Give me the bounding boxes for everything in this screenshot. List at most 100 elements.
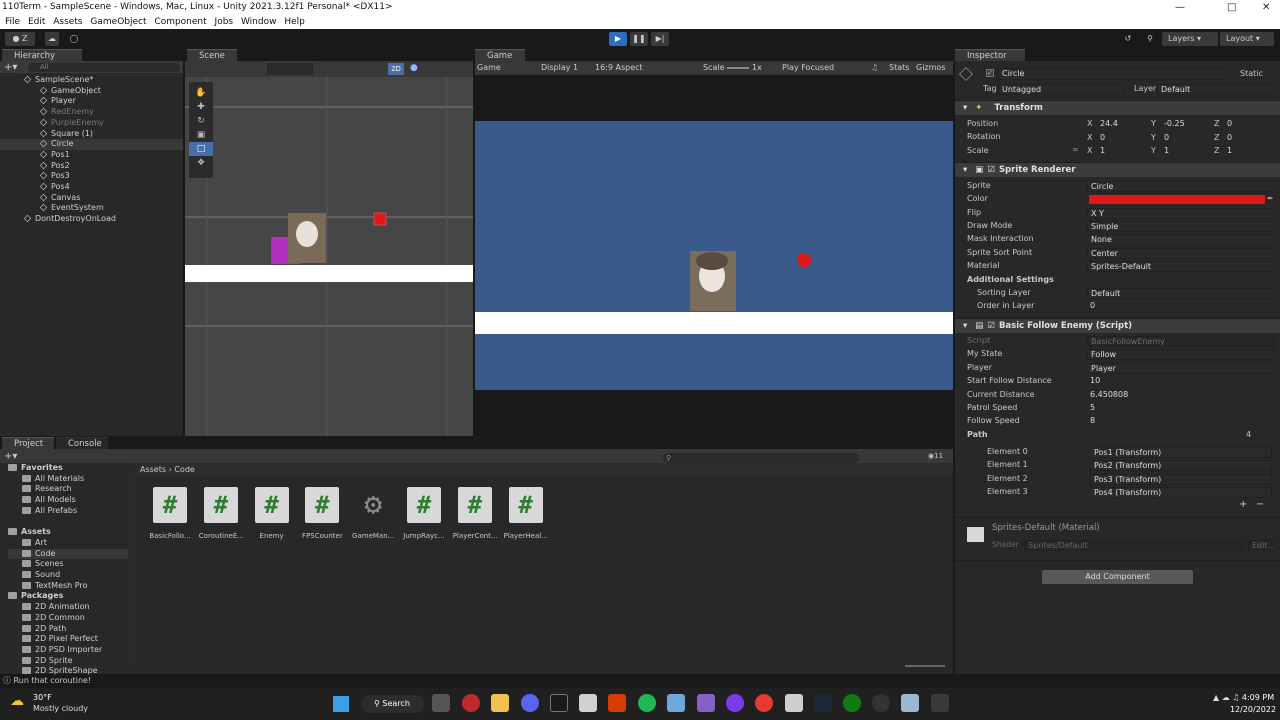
2d-toggle[interactable]: 2D (388, 63, 404, 75)
sprite-renderer-value[interactable]: Center (1087, 247, 1275, 259)
sprite-renderer-value[interactable]: None (1087, 234, 1275, 246)
create-asset-icon[interactable]: +▾ (4, 451, 17, 462)
scale-tool-icon[interactable]: ▣ (189, 128, 213, 142)
step-button[interactable]: ▶| (651, 32, 669, 46)
hierarchy-item[interactable]: Canvas (0, 193, 183, 204)
project-tree-item[interactable]: Art (8, 538, 47, 549)
sprite-renderer-checkbox[interactable]: ☑ (987, 165, 995, 175)
aspect-dropdown[interactable]: 16:9 Aspect (595, 61, 643, 75)
transform-scl-x-input[interactable]: 1 (1097, 146, 1145, 157)
eyedropper-icon[interactable]: ✒ (1267, 193, 1274, 205)
breadcrumb-assets[interactable]: Assets (140, 465, 166, 474)
path-element-value[interactable]: Pos1 (Transform) (1090, 447, 1272, 458)
sprite-renderer-value[interactable]: X Y (1087, 207, 1275, 219)
color-swatch[interactable] (1089, 195, 1265, 204)
rect-tool-icon[interactable]: □ (189, 142, 213, 156)
sprite-renderer-value[interactable]: Circle (1087, 181, 1275, 192)
object-name-input[interactable]: Circle (998, 68, 1226, 80)
script-field-value[interactable]: 10 (1087, 376, 1275, 387)
search-icon[interactable]: ⚲ (1142, 32, 1158, 46)
snipping-tool-icon[interactable] (785, 694, 803, 712)
transform-pos-x-input[interactable]: 24.4 (1097, 119, 1145, 130)
transform-rot-x-input[interactable]: 0 (1097, 133, 1145, 144)
hierarchy-item[interactable]: Pos1 (0, 150, 183, 161)
audio-icon[interactable]: ♫ (871, 61, 878, 75)
hierarchy-item[interactable]: Circle (0, 139, 183, 150)
collab-icon[interactable]: ◯ (67, 32, 81, 46)
breadcrumb-code[interactable]: Code (174, 465, 194, 474)
project-tree-item[interactable]: All Materials (8, 474, 84, 485)
minimize-icon[interactable]: — (1175, 0, 1185, 15)
tab-scene[interactable]: Scene (187, 49, 237, 61)
asset-item[interactable]: # CoroutineE... (199, 487, 243, 540)
script-field-value[interactable]: BasicFollowEnemy (1087, 336, 1275, 347)
menu-assets[interactable]: Assets (53, 17, 82, 27)
hierarchy-item[interactable]: RedEnemy (0, 107, 183, 118)
active-checkbox[interactable]: ✓ (986, 69, 994, 77)
opera-icon[interactable] (462, 694, 480, 712)
xbox-icon[interactable] (843, 694, 861, 712)
shader-dropdown[interactable]: Sprites/Default (1024, 540, 1244, 551)
transform-header[interactable]: ▾ ✦ Transform (955, 100, 1280, 115)
path-count[interactable]: 4 (1246, 429, 1251, 441)
menu-edit[interactable]: Edit (28, 17, 45, 27)
project-tree-item[interactable]: Assets (8, 527, 51, 538)
file-explorer-icon[interactable] (491, 694, 509, 712)
status-message[interactable]: Run that coroutine! (14, 676, 92, 685)
github-icon[interactable] (726, 694, 744, 712)
transform-rot-z-input[interactable]: 0 (1224, 133, 1272, 144)
weather-icon[interactable]: ☁ (10, 694, 28, 708)
menu-component[interactable]: Component (154, 17, 206, 27)
order-in-layer-input[interactable]: 0 (1087, 301, 1275, 312)
weather-desc[interactable]: Mostly cloudy (33, 704, 88, 713)
transform-tools[interactable] (267, 63, 313, 75)
script-field-value[interactable]: 6.450808 (1087, 390, 1275, 401)
project-tree-item[interactable]: Code (8, 548, 128, 560)
scale-slider[interactable] (727, 67, 749, 69)
project-tree-item[interactable]: TextMesh Pro (8, 581, 87, 592)
asset-item[interactable]: # PlayerHeal... (504, 487, 548, 540)
discord-icon[interactable] (521, 694, 539, 712)
link-icon[interactable]: ∞ (1072, 144, 1079, 156)
tab-game[interactable]: Game (475, 49, 525, 61)
tab-inspector[interactable]: Inspector (955, 49, 1025, 61)
edit-shader-button[interactable]: Edit... (1248, 540, 1276, 551)
app-icon[interactable] (755, 694, 773, 712)
visual-studio-icon[interactable] (697, 694, 715, 712)
menu-jobs[interactable]: Jobs (215, 17, 234, 27)
script-header[interactable]: ▾ ▤ ☑ Basic Follow Enemy (Script) (955, 318, 1280, 333)
project-tree-item[interactable]: 2D Animation (8, 602, 90, 613)
additional-settings-label[interactable]: Additional Settings (967, 274, 1054, 286)
project-tree-item[interactable]: Scenes (8, 559, 64, 570)
unity-hub-icon[interactable] (579, 694, 597, 712)
sorting-layer-dropdown[interactable]: Default (1087, 288, 1275, 299)
clock-date[interactable]: 12/20/2022 (1228, 705, 1278, 714)
hierarchy-item[interactable]: Pos2 (0, 161, 183, 172)
play-button[interactable]: ▶ (609, 32, 627, 46)
office-icon[interactable] (608, 694, 626, 712)
static-toggle[interactable]: Static (1240, 68, 1263, 80)
transform-scl-z-input[interactable]: 1 (1224, 146, 1272, 157)
remove-element-icon[interactable]: − (1256, 499, 1264, 511)
start-icon[interactable] (333, 696, 349, 712)
layers-dropdown[interactable]: Layers ▾ (1162, 32, 1218, 46)
transform-pos-z-input[interactable]: 0 (1224, 119, 1272, 130)
asset-item[interactable]: # PlayerCont... (453, 487, 497, 540)
history-icon[interactable]: ↺ (1120, 32, 1136, 46)
rotate-tool-icon[interactable]: ↻ (189, 114, 213, 128)
add-component-button[interactable]: Add Component (1042, 570, 1193, 584)
hierarchy-item[interactable]: EventSystem (0, 203, 183, 214)
transform-pos-y-input[interactable]: -0.25 (1161, 119, 1207, 130)
maximize-icon[interactable]: □ (1227, 0, 1236, 15)
hierarchy-search-input[interactable]: All (28, 63, 180, 72)
script-checkbox[interactable]: ☑ (987, 321, 995, 331)
asset-item[interactable]: # Enemy (252, 487, 292, 540)
clock-time[interactable]: 4:09 PM (1238, 693, 1278, 702)
icon-size-slider[interactable] (905, 665, 945, 667)
path-label[interactable]: Path (967, 429, 988, 441)
hierarchy-item[interactable]: SampleScene* (0, 75, 183, 86)
hierarchy-item[interactable]: Pos3 (0, 171, 183, 182)
asset-item[interactable]: ⚙ GameMan... (352, 487, 394, 540)
task-view-icon[interactable] (432, 694, 450, 712)
project-tree-item[interactable]: 2D Common (8, 613, 85, 624)
